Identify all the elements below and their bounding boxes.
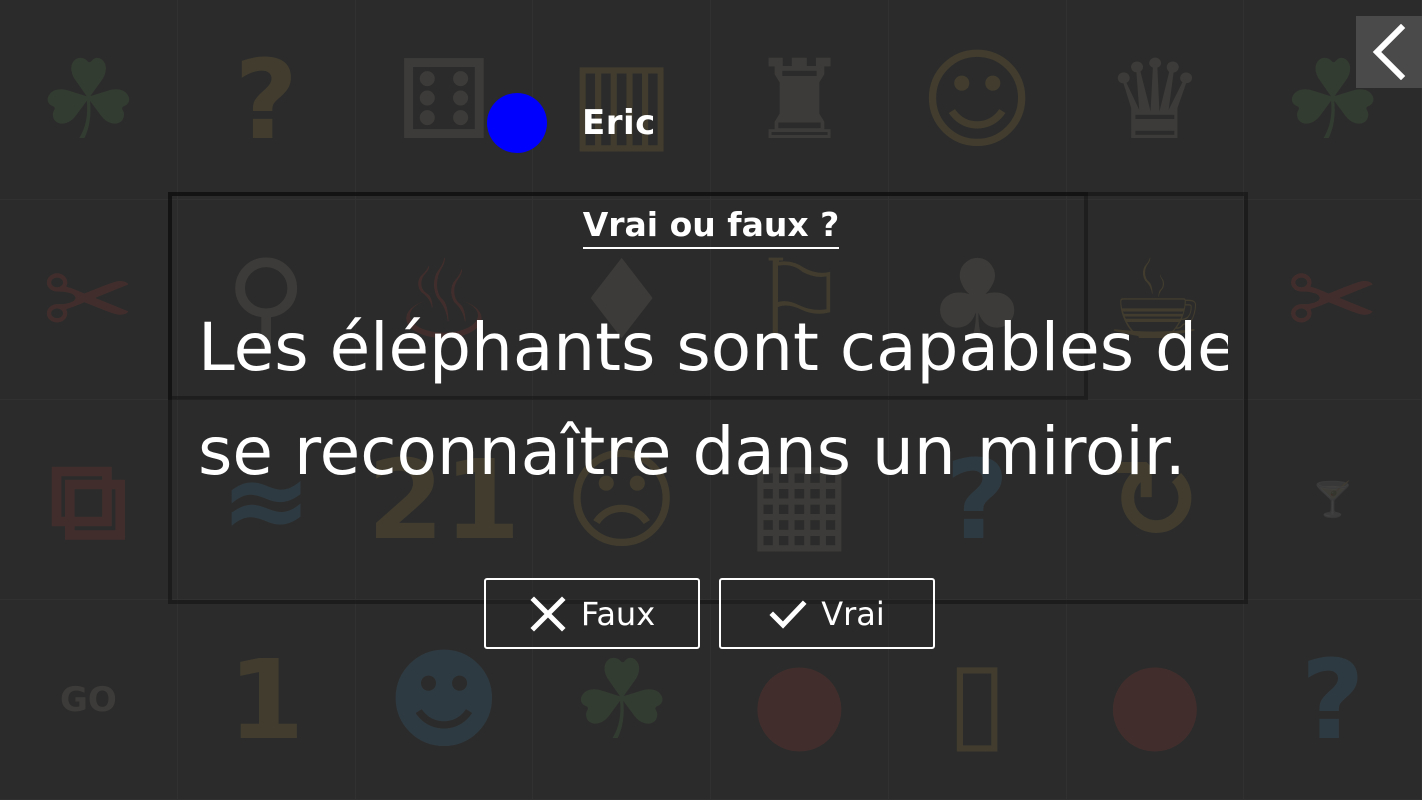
- board-tile-icon: ?: [1300, 635, 1365, 764]
- board-tile: ⧉: [0, 400, 178, 600]
- check-icon: [769, 595, 807, 633]
- board-tile-icon: 1: [227, 635, 305, 764]
- board-tile-icon: GO: [59, 679, 117, 720]
- board-tile: ♜: [711, 0, 889, 200]
- board-tile: ☺: [889, 0, 1067, 200]
- board-tile-icon: ✂: [42, 235, 135, 364]
- false-button[interactable]: Faux: [484, 578, 700, 649]
- true-button[interactable]: Vrai: [719, 578, 935, 649]
- question-line-2: se reconnaître dans un miroir.: [198, 413, 1186, 490]
- board-tile-icon: ☘: [572, 635, 671, 764]
- back-button[interactable]: [1356, 16, 1422, 88]
- board-tile: GO: [0, 600, 178, 800]
- board-tile-icon: ☻: [386, 635, 502, 764]
- board-tile-icon: ▯: [946, 635, 1008, 764]
- board-tile-icon: ⧉: [49, 435, 128, 564]
- player-color-dot: [487, 93, 547, 153]
- current-player: Eric: [487, 93, 656, 153]
- board-tile-icon: ⚅: [396, 35, 492, 164]
- answer-buttons: Faux Vrai: [484, 578, 935, 649]
- board-tile-icon: ☺: [919, 35, 1035, 164]
- board-tile-icon: ♛: [1105, 35, 1205, 164]
- question-line-1: Les éléphants sont capables de: [198, 309, 1228, 386]
- board-tile: ☘: [0, 0, 178, 200]
- close-icon: [529, 595, 567, 633]
- board-tile: 🍸: [1244, 400, 1422, 600]
- question-text: Les éléphants sont capables de se reconn…: [198, 296, 1228, 504]
- board-tile: ?: [178, 0, 356, 200]
- chevron-left-icon: [1372, 24, 1406, 80]
- board-tile: ♛: [1067, 0, 1245, 200]
- board-tile: ?: [1244, 600, 1422, 800]
- board-tile: 1: [178, 600, 356, 800]
- game-screen: ☘? ⚅ ▥ ♜ ☺ ♛ ☘ ✂ ⚲ ♨ ♦ ⚐ ♣ ☕ ✂ ⧉ ≈21 ☹ ▦? ↻ 🍸 GO 1 ☻ ☘ ● ▯ ●? Eric …: [0, 0, 1422, 800]
- player-name: Eric: [582, 103, 656, 143]
- question-type-header: Vrai ou faux ?: [0, 205, 1422, 249]
- false-button-label: Faux: [580, 594, 656, 633]
- board-tile-icon: ?: [234, 35, 299, 164]
- board-tile-icon: ♜: [750, 35, 849, 164]
- board-tile: ●: [1067, 600, 1245, 800]
- true-button-label: Vrai: [821, 594, 885, 633]
- board-tile-icon: ●: [751, 635, 848, 764]
- board-tile-icon: 🍸: [1311, 479, 1354, 520]
- board-tile-icon: ✂: [1286, 235, 1379, 364]
- question-type-label: Vrai ou faux ?: [582, 205, 840, 249]
- board-tile-icon: ●: [1106, 635, 1203, 764]
- board-tile-icon: ☘: [39, 35, 138, 164]
